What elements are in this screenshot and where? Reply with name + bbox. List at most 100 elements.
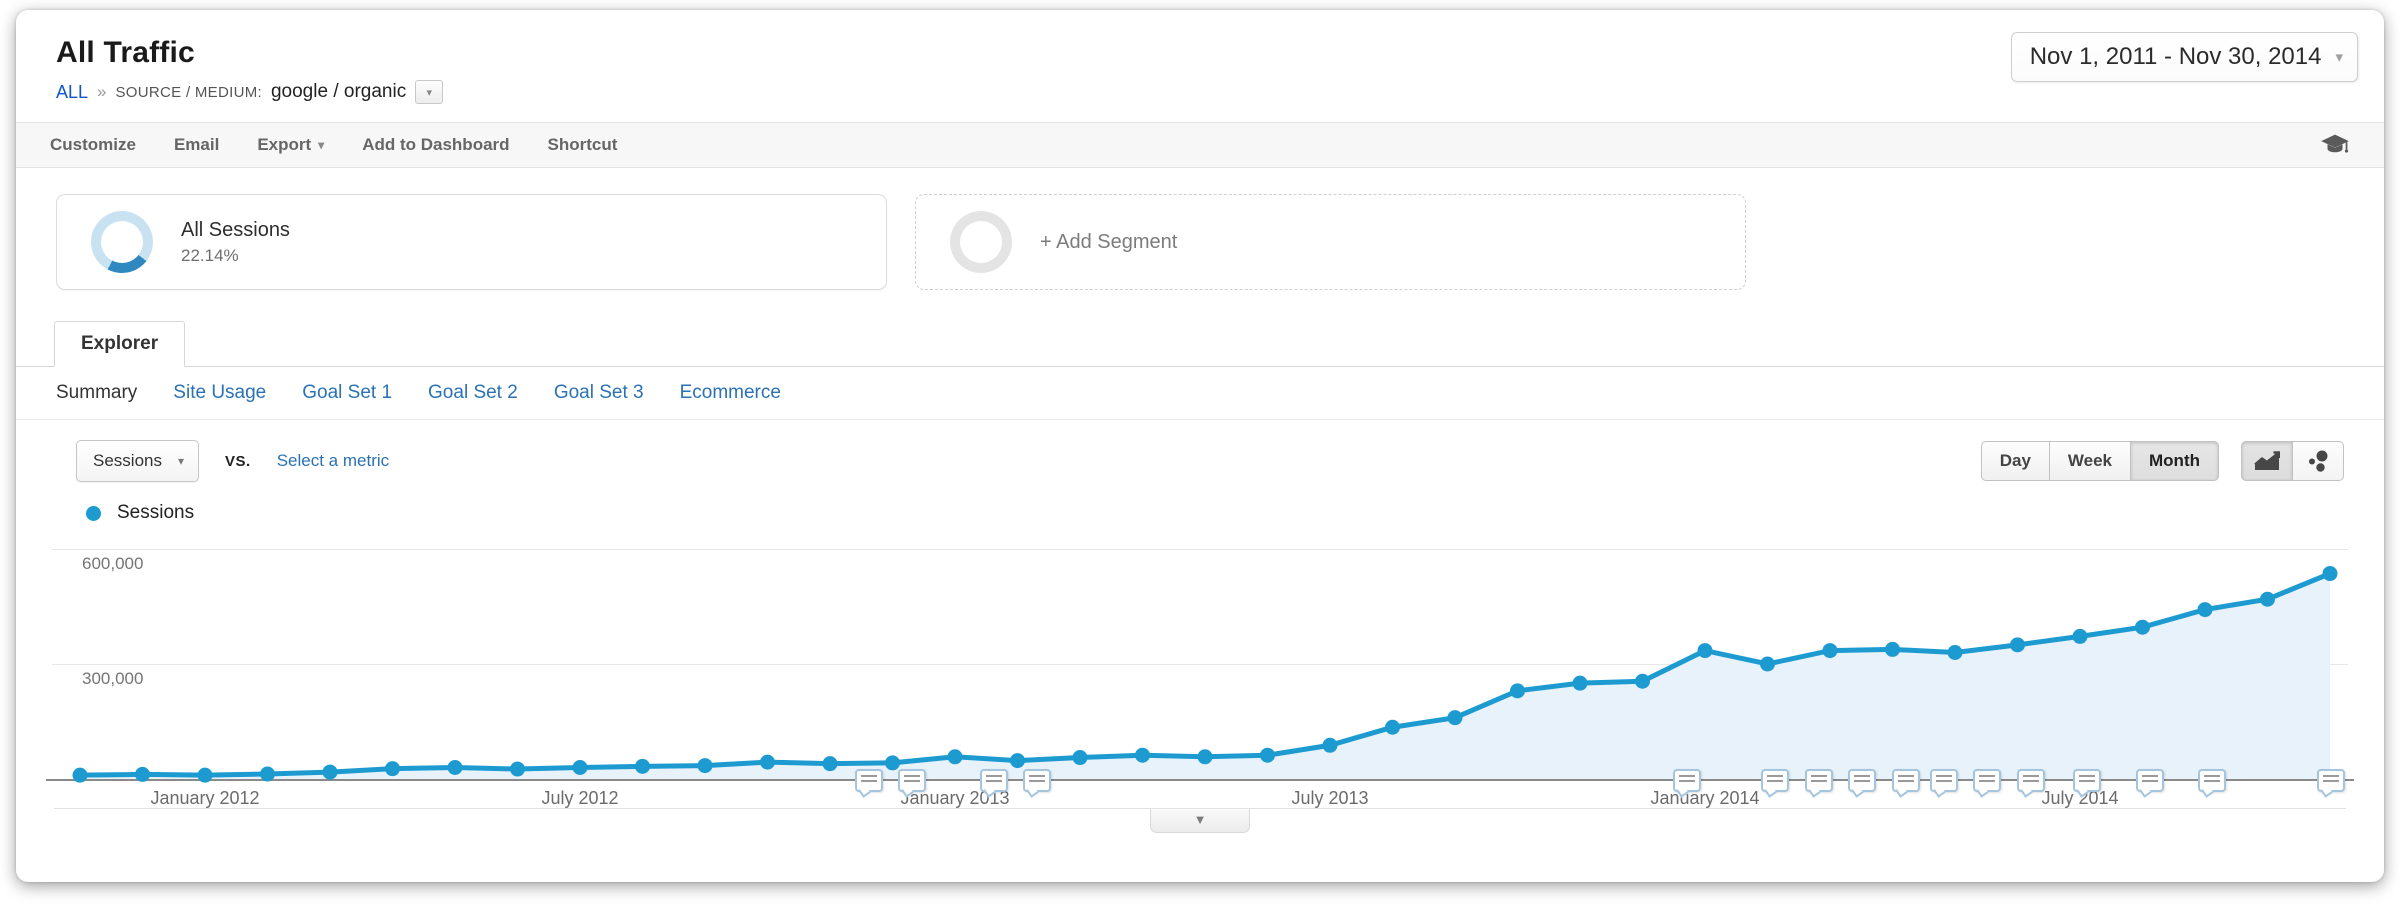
add-segment-donut-icon — [950, 211, 1012, 273]
data-point[interactable] — [1323, 738, 1338, 753]
annotation-marker-icon[interactable] — [1761, 769, 1789, 792]
export-menu-button[interactable]: Export ▾ — [257, 135, 324, 155]
explorer-subnav: Summary Site Usage Goal Set 1 Goal Set 2… — [16, 367, 2384, 420]
caret-down-icon: ▾ — [178, 454, 184, 468]
subnav-goal-set-3[interactable]: Goal Set 3 — [554, 382, 644, 404]
breadcrumb: ALL » SOURCE / MEDIUM: google / organic … — [56, 80, 2344, 104]
subnav-goal-set-2[interactable]: Goal Set 2 — [428, 382, 518, 404]
granularity-month-button[interactable]: Month — [2130, 441, 2219, 481]
annotation-marker-icon[interactable] — [2136, 769, 2164, 792]
data-point[interactable] — [1010, 753, 1025, 768]
annotations-collapse-button[interactable]: ▼ — [1150, 809, 1250, 833]
data-point[interactable] — [510, 762, 525, 777]
granularity-day-button[interactable]: Day — [1981, 441, 2049, 481]
data-point[interactable] — [385, 761, 400, 776]
annotation-marker-icon[interactable] — [1892, 769, 1920, 792]
date-range-selector[interactable]: Nov 1, 2011 - Nov 30, 2014 ▾ — [2011, 32, 2358, 82]
data-point[interactable] — [1823, 643, 1838, 658]
tutorial-graduation-cap-icon[interactable] — [2320, 132, 2350, 158]
data-point[interactable] — [1385, 720, 1400, 735]
shortcut-button[interactable]: Shortcut — [548, 135, 618, 155]
annotation-marker-icon[interactable] — [1023, 769, 1051, 792]
granularity-week-button[interactable]: Week — [2049, 441, 2130, 481]
subnav-goal-set-1[interactable]: Goal Set 1 — [302, 382, 392, 404]
subnav-summary[interactable]: Summary — [56, 382, 137, 404]
segment-title: All Sessions — [181, 219, 290, 242]
report-tab-bar: Explorer — [16, 320, 2384, 367]
annotation-marker-icon[interactable] — [1673, 769, 1701, 792]
annotation-marker-icon[interactable] — [1973, 769, 2001, 792]
sessions-legend-dot-icon — [86, 506, 101, 521]
add-segment-button[interactable]: + Add Segment — [915, 194, 1746, 290]
data-point[interactable] — [198, 768, 213, 783]
data-point[interactable] — [1885, 642, 1900, 657]
annotation-marker-icon[interactable] — [980, 769, 1008, 792]
annotation-marker-icon[interactable] — [1805, 769, 1833, 792]
data-point[interactable] — [1510, 683, 1525, 698]
dimension-dropdown-button[interactable]: ▾ — [415, 80, 443, 104]
data-point[interactable] — [1448, 710, 1463, 725]
add-to-dashboard-button[interactable]: Add to Dashboard — [362, 135, 509, 155]
metric-selector-value: Sessions — [93, 451, 162, 471]
data-point[interactable] — [1760, 657, 1775, 672]
data-point[interactable] — [2198, 602, 2213, 617]
customize-button[interactable]: Customize — [50, 135, 136, 155]
data-point[interactable] — [2323, 566, 2338, 581]
data-point[interactable] — [1635, 674, 1650, 689]
data-point[interactable] — [1073, 750, 1088, 765]
segment-percentage: 22.14% — [181, 246, 290, 266]
report-header: All Traffic ALL » SOURCE / MEDIUM: googl… — [16, 10, 2384, 122]
data-point[interactable] — [448, 760, 463, 775]
data-point[interactable] — [948, 749, 963, 764]
granularity-button-group: Day Week Month — [1981, 441, 2219, 481]
data-point[interactable] — [635, 759, 650, 774]
segment-text: All Sessions 22.14% — [181, 219, 290, 266]
select-a-metric-link[interactable]: Select a metric — [277, 451, 389, 471]
annotation-marker-icon[interactable] — [1848, 769, 1876, 792]
motion-chart-type-button[interactable] — [2292, 441, 2344, 481]
email-button[interactable]: Email — [174, 135, 219, 155]
annotation-marker-icon[interactable] — [2198, 769, 2226, 792]
data-point[interactable] — [1573, 676, 1588, 691]
chart-controls: Sessions ▾ VS. Select a metric Day Week … — [16, 420, 2384, 496]
sessions-over-time-chart: 300,000600,000January 2012July 2012Janua… — [46, 532, 2354, 844]
subnav-ecommerce[interactable]: Ecommerce — [680, 382, 781, 404]
data-point[interactable] — [1260, 748, 1275, 763]
line-chart-type-button[interactable] — [2241, 441, 2292, 481]
data-point[interactable] — [885, 755, 900, 770]
annotation-marker-icon[interactable] — [2017, 769, 2045, 792]
data-point[interactable] — [2135, 620, 2150, 635]
data-point[interactable] — [1198, 749, 1213, 764]
tab-explorer[interactable]: Explorer — [54, 321, 185, 367]
annotation-marker-icon[interactable] — [1930, 769, 1958, 792]
subnav-site-usage[interactable]: Site Usage — [173, 382, 266, 404]
data-point[interactable] — [2010, 637, 2025, 652]
data-point[interactable] — [323, 765, 338, 780]
x-axis-tick-label: July 2012 — [541, 788, 618, 809]
sessions-legend-label: Sessions — [117, 502, 194, 524]
data-point[interactable] — [698, 758, 713, 773]
segment-all-sessions[interactable]: All Sessions 22.14% — [56, 194, 887, 290]
data-point[interactable] — [1135, 748, 1150, 763]
annotation-marker-icon[interactable] — [2317, 769, 2345, 792]
data-point[interactable] — [573, 760, 588, 775]
annotation-marker-icon[interactable] — [2073, 769, 2101, 792]
data-point[interactable] — [2073, 629, 2088, 644]
x-axis-tick-label: January 2012 — [150, 788, 259, 809]
data-point[interactable] — [823, 756, 838, 771]
annotation-marker-icon[interactable] — [898, 769, 926, 792]
data-point[interactable] — [73, 768, 88, 783]
data-point[interactable] — [760, 755, 775, 770]
analytics-report-window: All Traffic ALL » SOURCE / MEDIUM: googl… — [16, 10, 2384, 882]
sessions-line-plot — [46, 532, 2358, 788]
date-range-text: Nov 1, 2011 - Nov 30, 2014 — [2030, 43, 2322, 71]
annotation-marker-icon[interactable] — [855, 769, 883, 792]
data-point[interactable] — [1698, 643, 1713, 658]
data-point[interactable] — [1948, 645, 1963, 660]
breadcrumb-all-link[interactable]: ALL — [56, 82, 88, 103]
breadcrumb-separator: » — [97, 82, 106, 102]
data-point[interactable] — [135, 767, 150, 782]
data-point[interactable] — [2260, 592, 2275, 607]
metric-selector-dropdown[interactable]: Sessions ▾ — [76, 440, 199, 482]
data-point[interactable] — [260, 767, 275, 782]
